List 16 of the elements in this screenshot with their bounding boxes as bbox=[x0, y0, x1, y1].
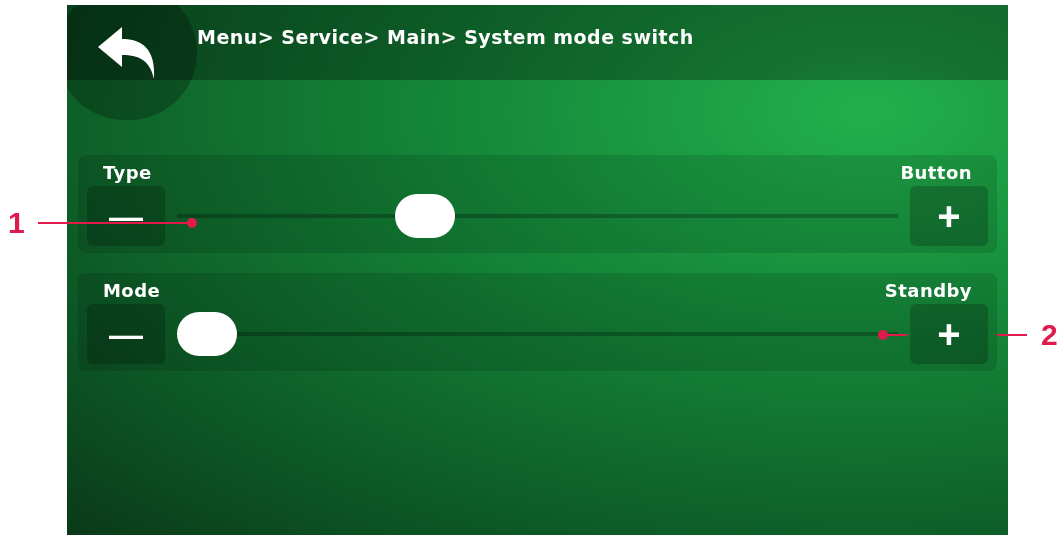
slider-track[interactable] bbox=[177, 194, 898, 238]
increase-button[interactable]: + bbox=[910, 304, 988, 364]
setting-label: Mode bbox=[103, 278, 161, 303]
leader-line bbox=[877, 328, 907, 341]
slider-thumb[interactable] bbox=[177, 312, 237, 356]
setting-value: Standby bbox=[884, 278, 972, 303]
breadcrumb: Menu> Service> Main> System mode switch bbox=[197, 25, 694, 51]
slider-thumb[interactable] bbox=[395, 194, 456, 238]
decrease-button[interactable]: — bbox=[87, 304, 165, 364]
slider-track[interactable] bbox=[177, 312, 898, 356]
setting-value: Button bbox=[900, 160, 972, 185]
increase-button[interactable]: + bbox=[910, 186, 988, 246]
setting-label: Type bbox=[103, 160, 152, 185]
callout-number: 1 bbox=[8, 205, 26, 241]
decrease-button[interactable]: — bbox=[87, 186, 165, 246]
callout-number: 2 bbox=[1041, 317, 1058, 353]
